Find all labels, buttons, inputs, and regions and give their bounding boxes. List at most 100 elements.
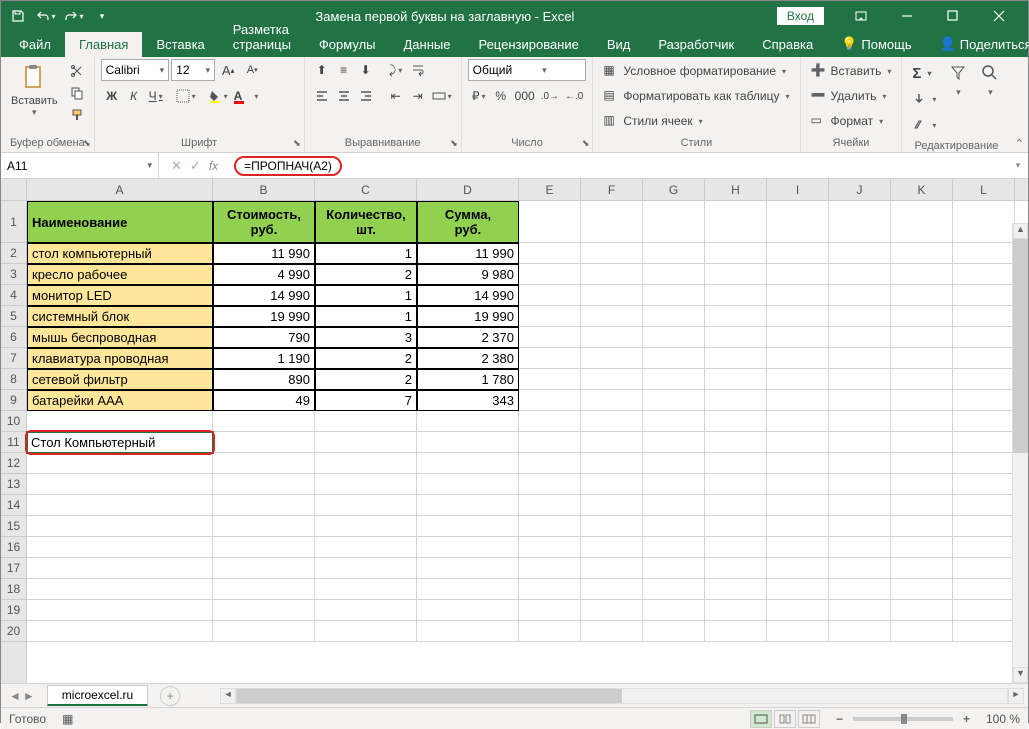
- cell[interactable]: [829, 243, 891, 264]
- format-table-button[interactable]: ▤Форматировать как таблицу: [599, 84, 793, 108]
- cell[interactable]: [705, 201, 767, 243]
- cell[interactable]: [829, 600, 891, 621]
- tab-formulas[interactable]: Формулы: [305, 32, 390, 57]
- align-top-icon[interactable]: ⬆: [311, 59, 333, 81]
- cell[interactable]: [953, 621, 1015, 642]
- cell[interactable]: [953, 432, 1015, 453]
- underline-button[interactable]: Ч: [145, 85, 167, 107]
- cell[interactable]: [953, 390, 1015, 411]
- font-size-select[interactable]: 12: [171, 59, 215, 81]
- borders-icon[interactable]: [173, 85, 199, 107]
- cell[interactable]: [767, 264, 829, 285]
- cell[interactable]: [417, 432, 519, 453]
- cell[interactable]: [643, 201, 705, 243]
- cell[interactable]: [643, 390, 705, 411]
- cell[interactable]: Наименование: [27, 201, 213, 243]
- clear-icon[interactable]: [908, 113, 940, 137]
- tell-me[interactable]: 💡Помощь: [827, 31, 925, 57]
- cancel-formula-icon[interactable]: ✕: [171, 158, 182, 174]
- cell[interactable]: [767, 558, 829, 579]
- cell[interactable]: [643, 306, 705, 327]
- cell[interactable]: [581, 579, 643, 600]
- cell[interactable]: [27, 453, 213, 474]
- column-header[interactable]: A: [27, 179, 213, 200]
- cell[interactable]: [767, 621, 829, 642]
- cell[interactable]: [829, 558, 891, 579]
- cell[interactable]: [417, 516, 519, 537]
- cell[interactable]: [519, 600, 581, 621]
- cell[interactable]: [27, 579, 213, 600]
- cell[interactable]: [643, 348, 705, 369]
- cell[interactable]: [213, 600, 315, 621]
- cell[interactable]: [705, 348, 767, 369]
- cell[interactable]: [767, 432, 829, 453]
- currency-icon[interactable]: ₽: [468, 85, 490, 107]
- cell[interactable]: [519, 369, 581, 390]
- cell[interactable]: [581, 537, 643, 558]
- cell[interactable]: [891, 306, 953, 327]
- cell[interactable]: [581, 201, 643, 243]
- cell[interactable]: [767, 243, 829, 264]
- cell[interactable]: [519, 264, 581, 285]
- vertical-scrollbar[interactable]: ▲ ▼: [1012, 223, 1028, 683]
- row-header[interactable]: 17: [1, 558, 26, 579]
- row-header[interactable]: 9: [1, 390, 26, 411]
- cell[interactable]: [829, 201, 891, 243]
- cell[interactable]: [891, 600, 953, 621]
- cell[interactable]: [519, 495, 581, 516]
- cell[interactable]: [581, 558, 643, 579]
- tab-insert[interactable]: Вставка: [142, 32, 218, 57]
- cell[interactable]: [643, 474, 705, 495]
- cell[interactable]: 2: [315, 348, 417, 369]
- row-header[interactable]: 12: [1, 453, 26, 474]
- cell[interactable]: [581, 516, 643, 537]
- cell[interactable]: [315, 474, 417, 495]
- page-break-view-icon[interactable]: [798, 710, 820, 728]
- cell[interactable]: [767, 348, 829, 369]
- tab-view[interactable]: Вид: [593, 32, 645, 57]
- cell[interactable]: сетевой фильтр: [27, 369, 213, 390]
- cell[interactable]: 2: [315, 369, 417, 390]
- cell[interactable]: [891, 369, 953, 390]
- cell[interactable]: [581, 432, 643, 453]
- cell[interactable]: [643, 600, 705, 621]
- cell[interactable]: [643, 327, 705, 348]
- cell[interactable]: [213, 516, 315, 537]
- font-launcher-icon[interactable]: ⬊: [293, 138, 301, 149]
- merge-icon[interactable]: [429, 85, 455, 107]
- tab-data[interactable]: Данные: [390, 32, 465, 57]
- number-launcher-icon[interactable]: ⬊: [582, 138, 590, 149]
- tab-home[interactable]: Главная: [65, 32, 142, 57]
- cell[interactable]: [213, 579, 315, 600]
- cell[interactable]: 890: [213, 369, 315, 390]
- cell[interactable]: [643, 558, 705, 579]
- undo-icon[interactable]: ▾: [35, 5, 57, 27]
- cell[interactable]: [953, 579, 1015, 600]
- row-header[interactable]: 2: [1, 243, 26, 264]
- cell[interactable]: [891, 474, 953, 495]
- font-name-select[interactable]: Calibri: [101, 59, 170, 81]
- cell[interactable]: [767, 516, 829, 537]
- cell[interactable]: Сумма,руб.: [417, 201, 519, 243]
- cell[interactable]: [705, 327, 767, 348]
- cell[interactable]: [213, 558, 315, 579]
- cell[interactable]: 2: [315, 264, 417, 285]
- cell[interactable]: [27, 516, 213, 537]
- cell[interactable]: [315, 453, 417, 474]
- row-header[interactable]: 8: [1, 369, 26, 390]
- cell[interactable]: [27, 537, 213, 558]
- cell[interactable]: 11 990: [213, 243, 315, 264]
- cell[interactable]: [767, 390, 829, 411]
- row-header[interactable]: 3: [1, 264, 26, 285]
- column-header[interactable]: L: [953, 179, 1015, 200]
- cell[interactable]: [767, 285, 829, 306]
- cell[interactable]: [891, 201, 953, 243]
- increase-decimal-icon[interactable]: .0→: [538, 85, 562, 107]
- cell[interactable]: [213, 621, 315, 642]
- cell[interactable]: [829, 264, 891, 285]
- copy-icon[interactable]: [66, 83, 88, 103]
- tab-file[interactable]: Файл: [5, 32, 65, 57]
- cell[interactable]: [519, 558, 581, 579]
- cut-icon[interactable]: [66, 61, 88, 81]
- qat-customize-icon[interactable]: ▾: [91, 5, 113, 27]
